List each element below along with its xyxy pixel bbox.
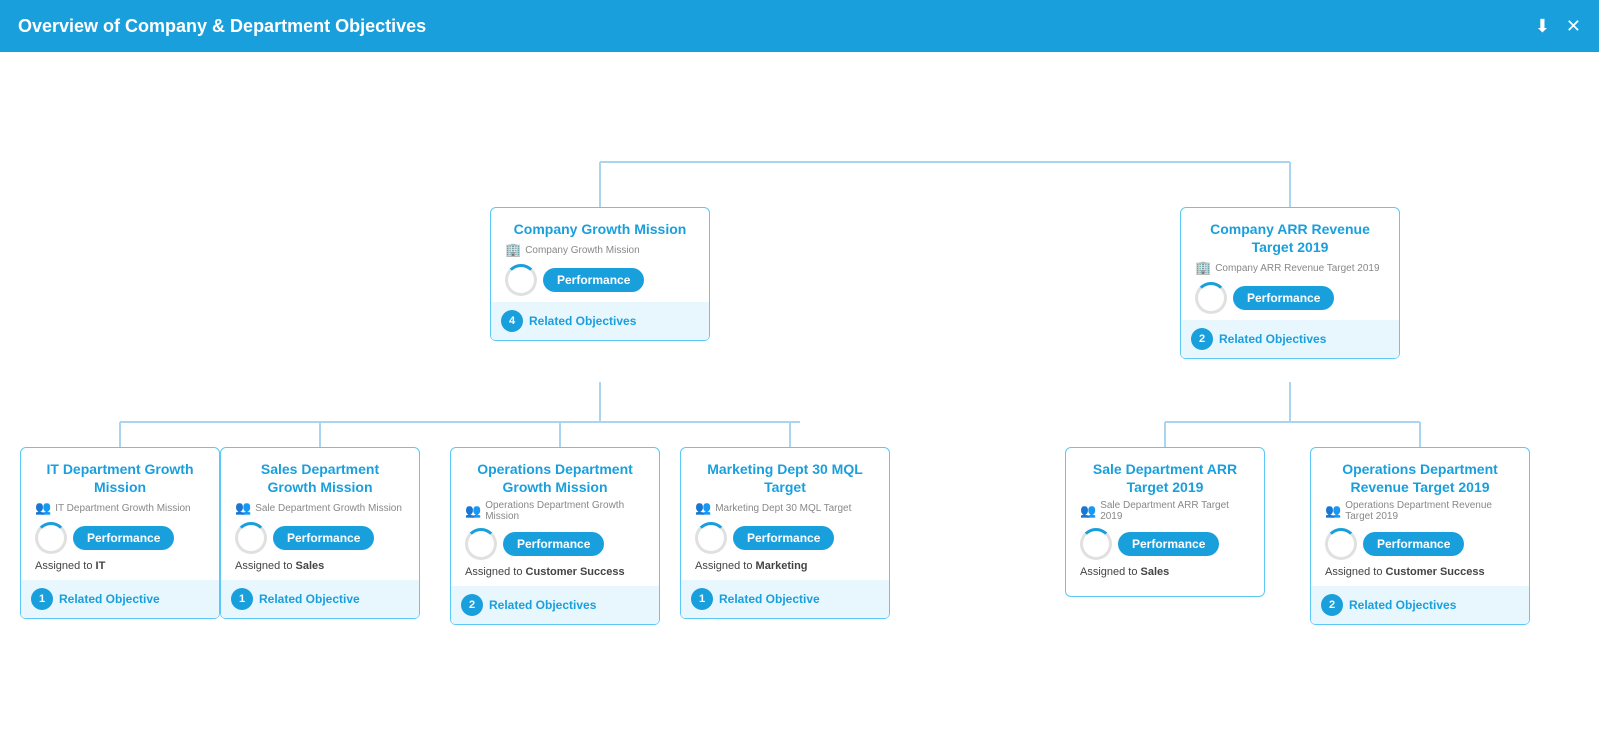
people-icon-child3: 👥 (465, 503, 481, 519)
card-child5: Sale Department ARR Target 2019 👥 Sale D… (1065, 447, 1265, 597)
card-child4: Marketing Dept 30 MQL Target 👥 Marketing… (680, 447, 890, 619)
card-root2: Company ARR Revenue Target 2019 🏢 Compan… (1180, 207, 1400, 359)
connector-lines (0, 52, 1599, 744)
building-icon-root2: 🏢 (1195, 260, 1211, 276)
related-label-child1[interactable]: Related Objective (59, 592, 160, 606)
related-label-child4[interactable]: Related Objective (719, 592, 820, 606)
assigned-row-child3: Assigned to Customer Success (465, 566, 645, 578)
people-icon-child2: 👥 (235, 500, 251, 516)
card-child6-subtitle: Operations Department Revenue Target 201… (1345, 500, 1515, 522)
related-label-child6[interactable]: Related Objectives (1349, 598, 1456, 612)
related-badge-child3: 2 (461, 594, 483, 616)
card-child4-title: Marketing Dept 30 MQL Target (695, 460, 875, 496)
perf-donut-child2 (235, 522, 267, 554)
card-root1-subtitle: Company Growth Mission (525, 245, 639, 256)
people-icon-child1: 👥 (35, 500, 51, 516)
card-child4-subtitle: Marketing Dept 30 MQL Target (715, 503, 851, 514)
assigned-row-child1: Assigned to IT (35, 560, 205, 572)
close-icon[interactable]: ✕ (1566, 16, 1581, 37)
download-icon[interactable]: ⬇ (1535, 16, 1550, 37)
perf-donut-child4 (695, 522, 727, 554)
related-badge-child1: 1 (31, 588, 53, 610)
card-child2-title: Sales Department Growth Mission (235, 460, 405, 496)
related-label-root2[interactable]: Related Objectives (1219, 332, 1326, 346)
card-child2-subtitle: Sale Department Growth Mission (255, 503, 402, 514)
card-root2-subtitle: Company ARR Revenue Target 2019 (1215, 263, 1379, 274)
people-icon-child4: 👥 (695, 500, 711, 516)
perf-donut-root1 (505, 264, 537, 296)
perf-donut-child6 (1325, 528, 1357, 560)
people-icon-child5: 👥 (1080, 503, 1096, 519)
related-badge-child6: 2 (1321, 594, 1343, 616)
performance-btn-root1[interactable]: Performance (543, 268, 644, 292)
perf-donut-root2 (1195, 282, 1227, 314)
card-root1: Company Growth Mission 🏢 Company Growth … (490, 207, 710, 341)
performance-btn-root2[interactable]: Performance (1233, 286, 1334, 310)
card-child5-title: Sale Department ARR Target 2019 (1080, 460, 1250, 496)
related-label-root1[interactable]: Related Objectives (529, 314, 636, 328)
assigned-row-child2: Assigned to Sales (235, 560, 405, 572)
related-label-child2[interactable]: Related Objective (259, 592, 360, 606)
canvas: Company Growth Mission 🏢 Company Growth … (0, 52, 1599, 744)
card-child6: Operations Department Revenue Target 201… (1310, 447, 1530, 625)
related-badge-root1: 4 (501, 310, 523, 332)
performance-btn-child4[interactable]: Performance (733, 526, 834, 550)
performance-btn-child3[interactable]: Performance (503, 532, 604, 556)
performance-btn-child2[interactable]: Performance (273, 526, 374, 550)
assigned-row-child4: Assigned to Marketing (695, 560, 875, 572)
perf-donut-child3 (465, 528, 497, 560)
header-actions: ⬇ ✕ (1535, 16, 1581, 37)
card-child5-subtitle: Sale Department ARR Target 2019 (1100, 500, 1250, 522)
related-badge-root2: 2 (1191, 328, 1213, 350)
header: Overview of Company & Department Objecti… (0, 0, 1599, 52)
card-root2-title: Company ARR Revenue Target 2019 (1195, 220, 1385, 256)
people-icon-child6: 👥 (1325, 503, 1341, 519)
related-label-child3[interactable]: Related Objectives (489, 598, 596, 612)
page-title: Overview of Company & Department Objecti… (18, 16, 426, 37)
building-icon-root1: 🏢 (505, 242, 521, 258)
card-child1: IT Department Growth Mission 👥 IT Depart… (20, 447, 220, 619)
card-child1-subtitle: IT Department Growth Mission (55, 503, 190, 514)
assigned-row-child5: Assigned to Sales (1080, 566, 1250, 578)
card-root1-title: Company Growth Mission (505, 220, 695, 238)
performance-btn-child1[interactable]: Performance (73, 526, 174, 550)
card-child6-title: Operations Department Revenue Target 201… (1325, 460, 1515, 496)
related-badge-child4: 1 (691, 588, 713, 610)
card-child3-subtitle: Operations Department Growth Mission (485, 500, 645, 522)
perf-donut-child5 (1080, 528, 1112, 560)
card-child2: Sales Department Growth Mission 👥 Sale D… (220, 447, 420, 619)
card-child1-title: IT Department Growth Mission (35, 460, 205, 496)
card-child3-title: Operations Department Growth Mission (465, 460, 645, 496)
card-child3: Operations Department Growth Mission 👥 O… (450, 447, 660, 625)
performance-btn-child5[interactable]: Performance (1118, 532, 1219, 556)
performance-btn-child6[interactable]: Performance (1363, 532, 1464, 556)
related-badge-child2: 1 (231, 588, 253, 610)
assigned-row-child6: Assigned to Customer Success (1325, 566, 1515, 578)
perf-donut-child1 (35, 522, 67, 554)
